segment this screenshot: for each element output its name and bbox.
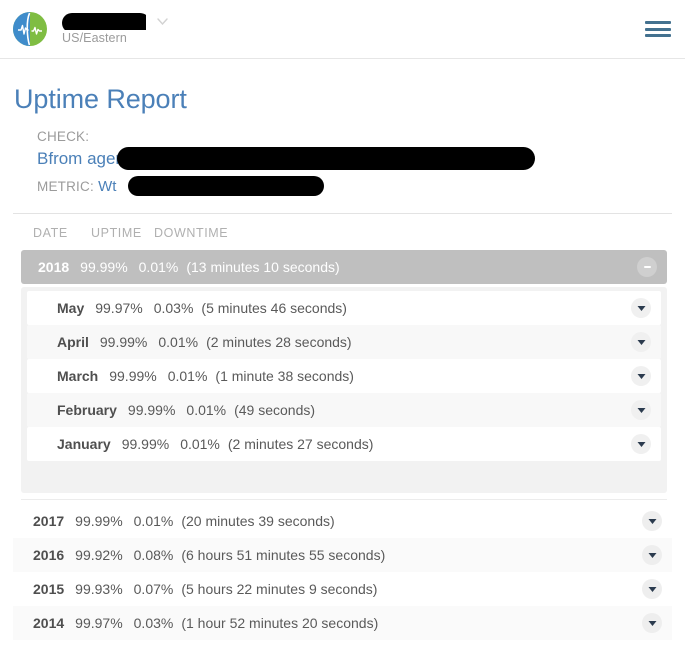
cell-date: February <box>57 402 117 418</box>
table-header-row: DATE UPTIME DOWNTIME <box>13 214 672 250</box>
pulse-globe-logo-icon <box>13 12 47 46</box>
table-row-month[interactable]: March 99.99% 0.01% (1 minute 38 seconds) <box>27 359 661 393</box>
report-meta: CHECK: Bfrom agent-1) METRIC: Wt <box>37 129 672 199</box>
cell-uptime: 99.99% <box>80 259 128 275</box>
cell-date: March <box>57 368 99 384</box>
hamburger-menu-icon[interactable] <box>645 19 671 39</box>
cell-uptime: 99.99% <box>109 368 157 384</box>
table-row[interactable]: 2017 99.99% 0.01% (20 minutes 39 seconds… <box>13 504 672 538</box>
redaction-bar-org <box>62 13 146 30</box>
table-row-month[interactable]: April 99.99% 0.01% (2 minutes 28 seconds… <box>27 325 661 359</box>
cell-date: April <box>57 334 89 350</box>
cell-date: 2015 <box>33 581 65 597</box>
cell-downtime: 0.01% <box>138 259 179 275</box>
chevron-down-icon[interactable] <box>631 298 651 318</box>
cell-duration: (13 minutes 10 seconds) <box>186 259 340 275</box>
collapse-icon[interactable] <box>637 257 657 277</box>
hamburger-bar-1 <box>645 21 671 24</box>
cell-date: May <box>57 300 85 316</box>
hamburger-bar-3 <box>645 34 671 37</box>
table-row-month[interactable]: February 99.99% 0.01% (49 seconds) <box>27 393 661 427</box>
table-row-selected[interactable]: 2018 99.99% 0.01% (13 minutes 10 seconds… <box>21 250 667 284</box>
chevron-down-icon[interactable] <box>631 366 651 386</box>
cell-duration: (49 seconds) <box>234 402 316 418</box>
redaction-bar-check <box>117 147 535 170</box>
chevron-down-icon[interactable] <box>642 613 662 633</box>
table-row-month[interactable]: May 99.97% 0.03% (5 minutes 46 seconds) <box>27 291 661 325</box>
cell-date: 2018 <box>38 259 70 275</box>
cell-downtime: 0.01% <box>186 402 227 418</box>
redaction-bar-metric <box>128 176 324 196</box>
check-value[interactable]: Bfrom agent-1) <box>37 146 672 172</box>
cell-duration: (2 minutes 28 seconds) <box>206 334 352 350</box>
year-rows: 2017 99.99% 0.01% (20 minutes 39 seconds… <box>13 504 672 640</box>
cell-downtime: 0.03% <box>133 615 174 631</box>
column-header-date: DATE <box>33 226 68 240</box>
cell-date: 2017 <box>33 513 65 529</box>
cell-downtime: 0.07% <box>133 581 174 597</box>
collapse-dash <box>643 266 651 268</box>
cell-uptime: 99.92% <box>75 547 123 563</box>
metric-value-suffix: t <box>112 178 117 195</box>
org-switcher[interactable]: US/Eastern <box>62 7 172 51</box>
cell-uptime: 99.97% <box>95 300 143 316</box>
table-row-month[interactable]: January 99.99% 0.01% (2 minutes 27 secon… <box>27 427 661 461</box>
hamburger-bar-2 <box>645 27 671 31</box>
chevron-down-icon[interactable] <box>157 18 168 25</box>
cell-duration: (1 minute 38 seconds) <box>215 368 354 384</box>
org-name <box>62 12 146 30</box>
table-row[interactable]: 2014 99.97% 0.03% (1 hour 52 minutes 20 … <box>13 606 672 640</box>
chevron-down-icon[interactable] <box>631 434 651 454</box>
cell-uptime: 99.99% <box>127 402 176 418</box>
cell-uptime: 99.99% <box>99 334 148 350</box>
check-label: CHECK: <box>37 129 90 144</box>
timezone-label: US/Eastern <box>62 31 127 45</box>
top-navbar: US/Eastern <box>0 0 685 59</box>
cell-downtime: 0.08% <box>133 547 174 563</box>
month-rows: May 99.97% 0.03% (5 minutes 46 seconds) … <box>21 291 667 461</box>
cell-downtime: 0.01% <box>167 368 208 384</box>
table-row[interactable]: 2016 99.92% 0.08% (6 hours 51 minutes 55… <box>13 538 672 572</box>
cell-duration: (20 minutes 39 seconds) <box>181 513 335 529</box>
cell-uptime: 99.97% <box>75 615 123 631</box>
check-value-prefix: B <box>37 149 49 168</box>
cell-duration: (5 minutes 46 seconds) <box>201 300 347 316</box>
cell-uptime: 99.99% <box>75 513 123 529</box>
month-list-panel: May 99.97% 0.03% (5 minutes 46 seconds) … <box>21 287 667 493</box>
brand-logo[interactable] <box>12 11 48 47</box>
chevron-down-icon[interactable] <box>642 545 662 565</box>
cell-uptime: 99.93% <box>75 581 123 597</box>
chevron-down-icon[interactable] <box>642 511 662 531</box>
cell-date: 2014 <box>33 615 65 631</box>
metric-value-prefix: W <box>98 178 113 195</box>
cell-duration: (1 hour 52 minutes 20 seconds) <box>181 615 379 631</box>
page-title: Uptime Report <box>14 84 187 114</box>
cell-downtime: 0.01% <box>158 334 199 350</box>
cell-duration: (6 hours 51 minutes 55 seconds) <box>181 547 386 563</box>
cell-downtime: 0.01% <box>133 513 174 529</box>
chevron-down-icon[interactable] <box>631 332 651 352</box>
chevron-down-icon[interactable] <box>631 400 651 420</box>
chevron-down-icon[interactable] <box>642 579 662 599</box>
cell-downtime: 0.03% <box>153 300 194 316</box>
metric-line: METRIC: Wt <box>37 175 672 199</box>
table-row[interactable]: 2015 99.93% 0.07% (5 hours 22 minutes 9 … <box>13 572 672 606</box>
table-section-divider <box>21 499 667 500</box>
page-content: Uptime Report CHECK: Bfrom agent-1) METR… <box>0 84 685 640</box>
metric-label: METRIC: <box>37 179 94 194</box>
cell-date: January <box>57 436 111 452</box>
cell-duration: (5 hours 22 minutes 9 seconds) <box>181 581 378 597</box>
cell-uptime: 99.99% <box>121 436 170 452</box>
column-header-uptime: UPTIME <box>91 226 142 240</box>
cell-downtime: 0.01% <box>180 436 220 452</box>
cell-date: 2016 <box>33 547 65 563</box>
cell-duration: (2 minutes 27 seconds) <box>227 436 374 452</box>
column-header-downtime: DOWNTIME <box>154 226 229 240</box>
